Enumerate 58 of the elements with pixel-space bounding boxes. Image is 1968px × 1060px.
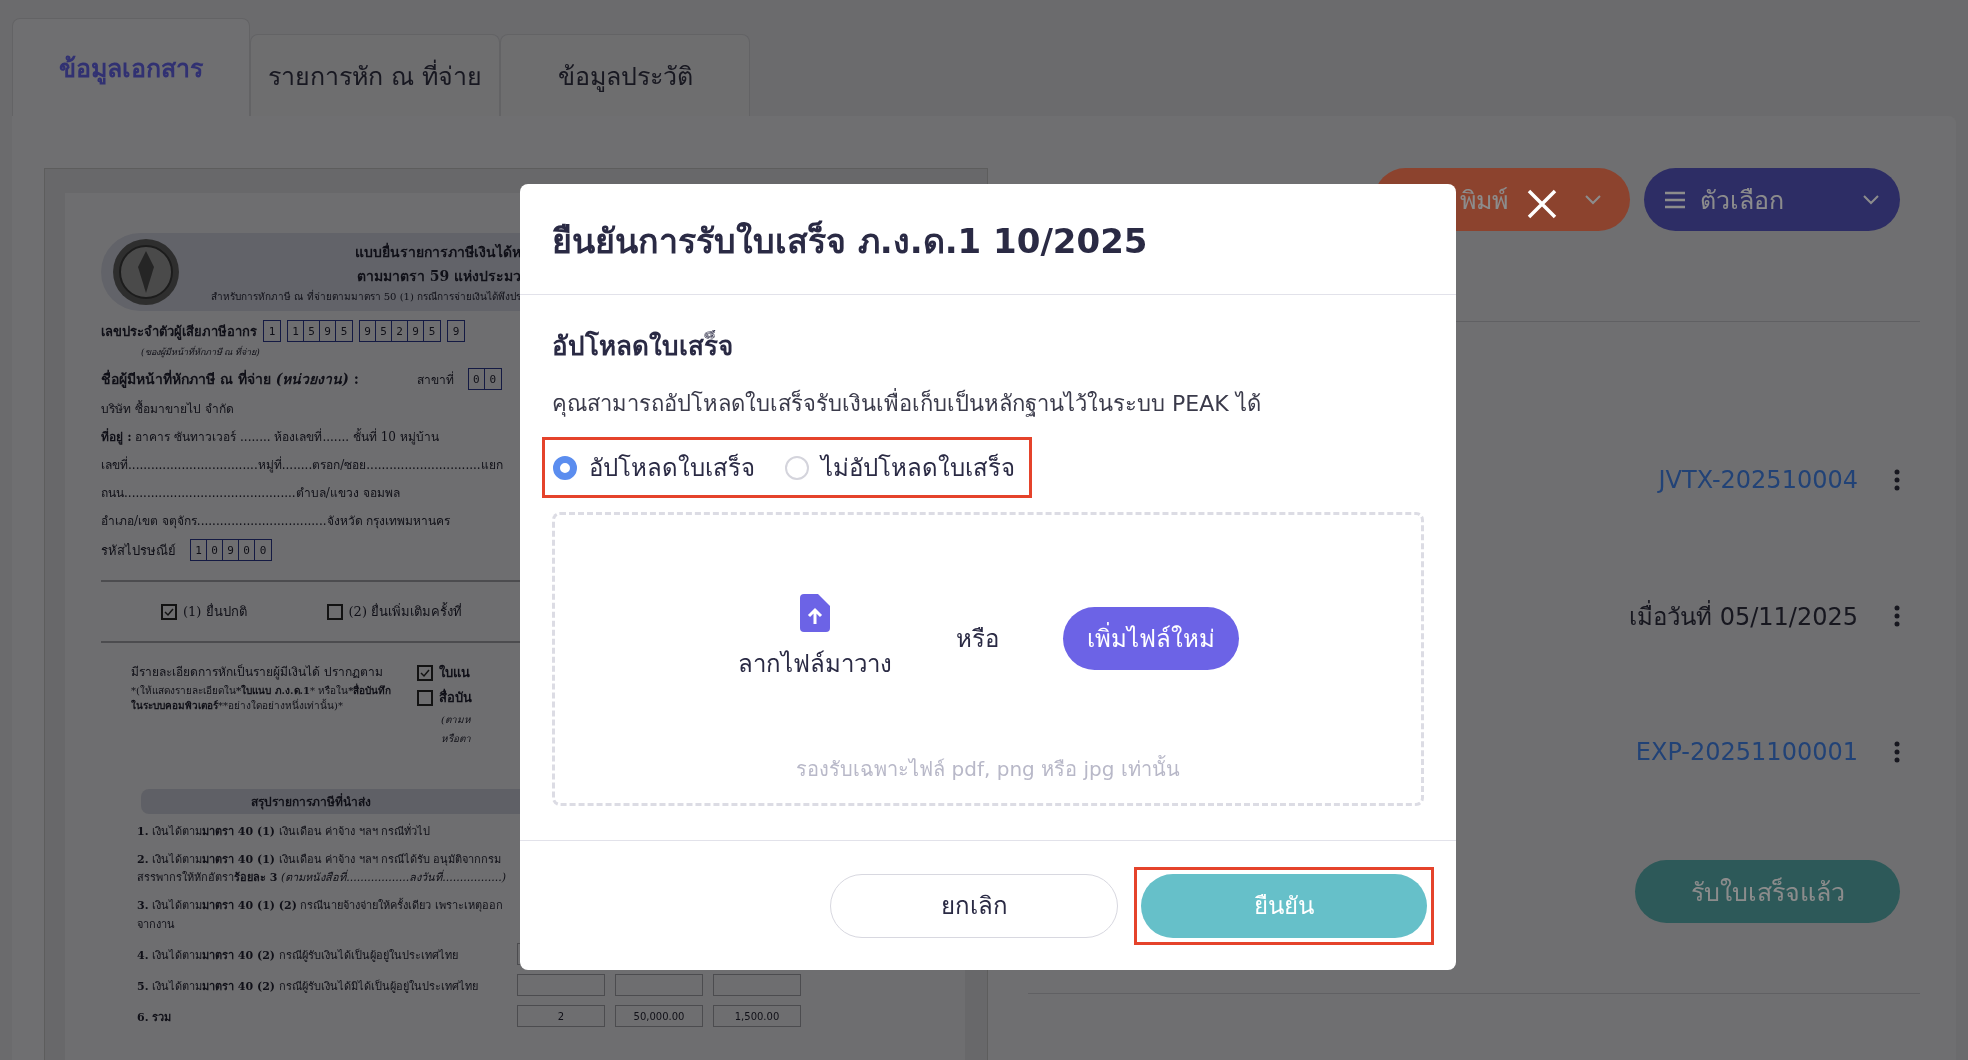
options-button[interactable]: ตัวเลือก <box>1644 168 1900 231</box>
tab[interactable]: ข้อมูลประวัติ <box>500 34 750 116</box>
form-note: หรือตา <box>441 732 471 746</box>
field-label: รหัสไปรษณีย์ <box>101 541 176 560</box>
drop-label: ลากไฟล์มาวาง <box>737 648 892 680</box>
checkbox-label: สื่อบัน <box>439 687 472 707</box>
form-text: มีรายละเอียดการหักเป็นรายผู้มีเงินได้ ปรากฏตาม <box>131 663 383 681</box>
amount-cell: 1,500.00 <box>713 1005 801 1028</box>
form-heading: ตามมาตรา 59 แห่งประมว <box>356 266 521 286</box>
description-text: คุณสามารถอัปโหลดใบเสร็จรับเงินเพื่อเก็บเป็นหลักฐานไว้ในระบบ PEAK ได้ <box>552 386 1424 421</box>
digit-boxes: 1 0 9 0 0 <box>190 539 272 561</box>
digit-boxes: 9 5 2 9 5 <box>359 320 441 342</box>
address-line: เลขที่..................................หมู่ที่........ตรอก/ซอย..............................แยก <box>101 455 503 474</box>
radio-option[interactable]: อัปโหลดใบเสร็จ <box>553 448 755 487</box>
document-link[interactable]: EXP-20251100001 <box>1635 738 1858 766</box>
radio-option[interactable]: ไม่อัปโหลดใบเสร็จ <box>785 448 1015 487</box>
form-note: (ตามห <box>441 713 471 727</box>
section-title: อัปโหลดใบเสร็จ <box>552 329 734 363</box>
field-note: (ของผู้มีหน้าที่หักภาษี ณ ที่จ่าย) <box>141 345 260 359</box>
summary-item: 1. เงินได้ตามมาตรา 40 (1) เงินเดือน ค่าจ้าง ฯลฯ กรณีทั่วไป <box>137 823 431 840</box>
summary-item: 6. รวม <box>137 1009 173 1026</box>
file-dropzone[interactable]: ลากไฟล์มาวาง หรือ เพิ่มไฟล์ใหม่ รองรับเฉพาะไฟล์ pdf, png หรือ jpg เท่านั้น <box>552 512 1424 806</box>
digit-boxes: 0 0 <box>467 368 502 390</box>
checkbox-label: (2) ยื่นเพิ่มเติมครั้งที่ <box>348 601 463 621</box>
dialog-title: ยืนยันการรับใบเสร็จ ภ.ง.ด.1 10/2025 <box>520 184 1456 295</box>
address-line: อำเภอ/เขต จตุจักร..................................จังหวัด กรุงเทพมหานคร <box>101 513 451 530</box>
summary-item: 3. เงินได้ตามมาตรา 40 (1) (2) กรณีนายจ้างจ่ายให้ครั้งเดียว เพราะเหตุออกจากงาน <box>137 897 504 933</box>
confirm-button[interactable]: ยืนยัน <box>1141 873 1427 938</box>
tab[interactable]: ข้อมูลเอกสาร <box>12 18 250 116</box>
radio-label: อัปโหลดใบเสร็จ <box>589 452 755 484</box>
received-button[interactable]: รับใบเสร็จแล้ว <box>1635 860 1900 923</box>
tab[interactable]: รายการหัก ณ ที่จ่าย <box>250 34 500 116</box>
form-note: *(ให้แสดงรายละเอียดใน*ใบแนบ ภ.ง.ด.1* หรือใน*สื่อบันทึกในระบบคอมพิวเตอร์**อย่างใดอย่างหนึ่งเท่านั้น)* <box>131 683 393 713</box>
field-value: บริษัท ซื้อมาขายไป จำกัด <box>101 399 234 418</box>
form-heading: สำหรับการหักภาษี ณ ที่จ่ายตามมาตรา 50 (1) กรณีการจ่ายเงินได้พึงปร <box>211 288 521 304</box>
radio-label: ไม่อัปโหลดใบเสร็จ <box>821 452 1015 484</box>
form-heading: แบบยื่นรายการภาษีเงินได้ห <box>355 241 521 262</box>
add-file-button[interactable]: เพิ่มไฟล์ใหม่ <box>1062 606 1239 670</box>
field-label: ชื่อผู้มีหน้าที่หักภาษี ณ ที่จ่าย (หน่วยงาน) : <box>101 368 359 390</box>
cancel-button[interactable]: ยกเลิก <box>830 873 1118 938</box>
summary-item: 2. เงินได้ตามมาตรา 40 (1) เงินเดือน ค่าจ้าง ฯลฯ กรณีได้รับ อนุมัติจากกรมสรรพากรให้หักอัตราร้อยละ 3 (ตามหนังสือที่..................ลงวันที่.................) <box>137 851 507 887</box>
document-link[interactable]: JVTX-202510004 <box>1658 466 1858 494</box>
digit-boxes: 1 <box>263 320 281 342</box>
digit-boxes: 9 <box>447 320 465 342</box>
checkbox-label: ใบแน <box>439 663 470 682</box>
checkbox-label: (1) ยื่นปกติ <box>183 602 247 621</box>
digit-boxes: 1 5 9 5 <box>287 320 353 342</box>
hint-text: รองรับเฉพาะไฟล์ pdf, png หรือ jpg เท่านั้น <box>796 754 1180 783</box>
summary-item: 5. เงินได้ตามมาตรา 40 (2) กรณีผู้รับเงินได้มิได้เป็นผู้อยู่ในประเทศไทย <box>137 978 479 995</box>
date-text: เมื่อวันที่ 05/11/2025 <box>1629 599 1858 633</box>
field-label: สาขาที่ <box>416 370 454 389</box>
amount-cell: 50,000.00 <box>615 1005 703 1028</box>
summary-item: 4. เงินได้ตามมาตรา 40 (2) กรณีผู้รับเงินได้เป็นผู้อยู่ในประเทศไทย <box>137 947 459 964</box>
field-label: เลขประจำตัวผู้เสียภาษีอากร <box>101 322 257 342</box>
address-line: ถนน.............................................ตำบล/แขวง จอมพล <box>101 485 400 502</box>
amount-cell: 2 <box>517 1005 605 1028</box>
or-text: หรือ <box>955 623 999 655</box>
address-line: ที่อยู่ : อาคาร ซันทาวเวอร์ ........ ห้องเลขที่....... ชั้นที่ 10 หมู่บ้าน <box>101 427 439 446</box>
